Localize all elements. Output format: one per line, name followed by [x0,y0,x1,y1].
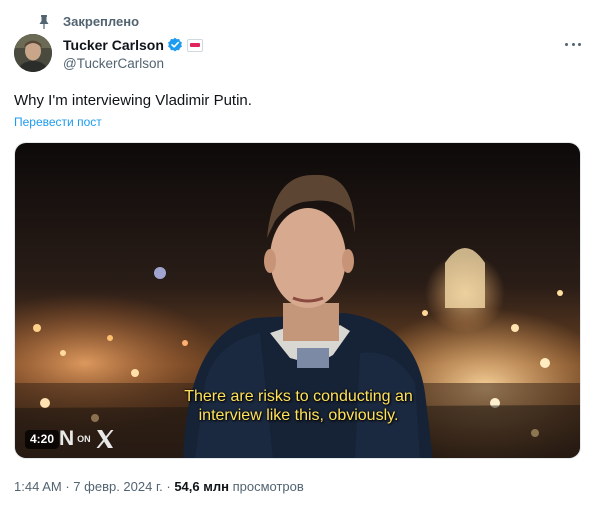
pinned-indicator: Закреплено [38,14,139,30]
post-time[interactable]: 1:44 AM [14,479,62,494]
author-name[interactable]: Tucker Carlson [63,37,164,53]
watermark-on: ON [77,434,91,444]
channel-watermark: N ON [59,427,116,450]
video-subtitle: There are risks to conducting an intervi… [15,387,580,425]
more-options-icon[interactable] [565,40,581,48]
views-label: просмотров [232,479,304,494]
pinned-label: Закреплено [63,14,140,29]
post-date[interactable]: 7 февр. 2024 г. [73,479,162,494]
tweet-meta: 1:44 AM · 7 февр. 2024 г. · 54,6 млн про… [14,479,304,495]
video-duration-badge: 4:20 [25,430,60,449]
affiliate-badge-icon[interactable] [186,38,203,52]
x-logo-icon [96,430,114,448]
pin-icon [39,15,49,29]
meta-separator: · [166,479,171,494]
tweet-text: Why I'm interviewing Vladimir Putin. [14,92,252,109]
subtitle-line-1: There are risks to conducting an [184,388,413,405]
author-name-row: Tucker Carlson [63,36,203,54]
video-player[interactable]: There are risks to conducting an intervi… [14,142,581,459]
subtitle-line-2: interview like this, obviously. [198,407,399,424]
translate-post-link[interactable]: Перевести пост [14,115,102,129]
watermark-n: N [59,427,74,450]
author-handle[interactable]: @TuckerCarlson [63,56,164,72]
verified-badge-icon[interactable] [167,37,183,53]
views-count[interactable]: 54,6 млн [174,479,229,494]
avatar[interactable] [14,34,52,72]
meta-separator: · [65,479,70,494]
